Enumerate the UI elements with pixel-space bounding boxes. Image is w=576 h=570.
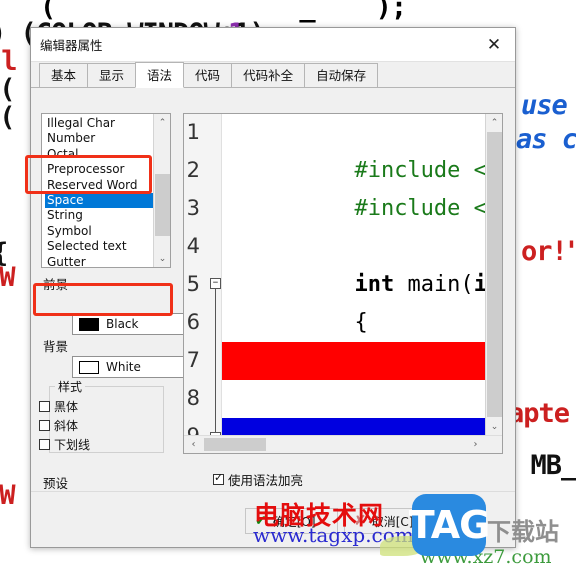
tab-autosave[interactable]: 自动保存	[304, 63, 379, 87]
code-line: {	[222, 266, 367, 335]
checkbox-use-syntax-highlight-box[interactable]	[213, 471, 224, 485]
attribute-listbox[interactable]: Illegal Char Number Octal Preprocessor R…	[41, 113, 171, 268]
preview-vertical-scrollbar[interactable]: ⌃ ⌄	[485, 114, 502, 435]
checkbox-use-syntax-highlight-label: 使用语法加亮	[228, 473, 304, 488]
dialog-title: 编辑器属性	[40, 38, 103, 53]
foreground-label: 前景	[43, 277, 69, 292]
ok-button[interactable]: ✔ 确定[O]	[245, 508, 338, 534]
line-number: 8	[186, 386, 200, 410]
line-number: 7	[186, 348, 200, 372]
bg-code-line: cl	[0, 46, 18, 77]
code-line: int number	[222, 304, 485, 373]
scroll-down-icon[interactable]: ⌄	[154, 250, 170, 267]
code-line-highlight-red: float aver	[222, 342, 485, 411]
checkbox-underline[interactable]: 下划线	[39, 436, 90, 453]
list-item[interactable]: Symbol	[45, 224, 153, 239]
line-number: 6	[186, 310, 200, 334]
style-group-title: 样式	[55, 378, 86, 395]
code-preview-pane[interactable]: 1 2 3 4 5 6 7 8 9 − − #include <iost #in…	[183, 113, 503, 454]
scroll-down-icon[interactable]: ⌄	[486, 418, 502, 435]
dialog-titlebar: 编辑器属性 ✕	[31, 28, 515, 62]
checkbox-underline-label: 下划线	[54, 438, 91, 452]
list-item[interactable]: Number	[45, 131, 153, 146]
code-line: #include <coni	[222, 152, 485, 221]
checkbox-italic-box[interactable]	[39, 420, 50, 431]
close-icon[interactable]: ✕	[473, 28, 515, 61]
tab-completion[interactable]: 代码补全	[231, 63, 306, 87]
dialog-footer: ✔ 确定[O] ✘ 取消[C]	[31, 491, 515, 547]
checkbox-underline-box[interactable]	[39, 439, 50, 450]
bg-code-line: n(	[0, 74, 16, 105]
list-item[interactable]: Gutter	[45, 255, 153, 267]
tab-syntax[interactable]: 语法	[135, 62, 185, 88]
editor-properties-dialog: 编辑器属性 ✕ 基本 显示 语法 代码 代码补全 自动保存 Illegal Ch…	[30, 27, 516, 548]
checkbox-bold-label: 黑体	[54, 400, 79, 414]
close-x-icon: ✘	[354, 513, 366, 529]
bg-code-line: apte	[508, 398, 570, 429]
scrollbar-thumb[interactable]	[487, 132, 502, 417]
scroll-up-icon[interactable]: ⌃	[486, 114, 502, 131]
list-item[interactable]: Illegal Char	[45, 116, 153, 131]
checkbox-italic[interactable]: 斜体	[39, 417, 78, 434]
bg-code-line: as c	[516, 124, 576, 155]
tab-code[interactable]: 代码	[183, 63, 233, 87]
cancel-button-label: 取消[C]	[371, 514, 414, 529]
checkbox-bold[interactable]: 黑体	[39, 398, 78, 415]
line-number: 3	[186, 196, 200, 220]
line-number: 5	[186, 272, 200, 296]
ok-button-label: 确定[O]	[272, 514, 316, 529]
list-item[interactable]: Selected text	[45, 239, 153, 254]
scroll-left-icon[interactable]: ‹	[185, 436, 202, 453]
list-item[interactable]: Reserved Word	[45, 178, 153, 193]
preset-label: 预设	[43, 476, 69, 491]
code-line: for (int i	[222, 380, 485, 435]
list-item[interactable]: Preprocessor	[45, 162, 153, 177]
code-line: #include <iost	[222, 114, 485, 183]
bg-code-line: n(	[0, 102, 16, 133]
line-number: 2	[186, 158, 200, 182]
code-token: int	[474, 272, 485, 297]
bg-code-line: OW	[0, 480, 16, 511]
list-item-selected[interactable]: Space	[45, 193, 153, 209]
bg-code-line: OW	[0, 262, 16, 293]
preview-horizontal-scrollbar[interactable]: ‹ ›	[184, 435, 502, 453]
list-vertical-scrollbar[interactable]: ⌃ ⌄	[153, 114, 170, 267]
check-icon: ✔	[255, 513, 267, 529]
background-color-value: White	[106, 360, 141, 374]
foreground-color-swatch	[79, 317, 99, 331]
checkbox-use-syntax-highlight[interactable]: 使用语法加亮	[213, 470, 303, 489]
code-token: #include <coni	[354, 196, 485, 221]
cancel-button[interactable]: ✘ 取消[C]	[344, 508, 437, 534]
checkbox-bold-box[interactable]	[39, 401, 50, 412]
tab-display[interactable]: 显示	[87, 63, 137, 87]
code-token: main(	[394, 272, 474, 297]
scroll-up-icon[interactable]: ⌃	[154, 114, 170, 131]
bg-code-line: or!"	[521, 236, 576, 267]
line-number: 4	[186, 234, 200, 258]
foreground-color-value: Black	[106, 317, 139, 331]
bg-code-line: use	[521, 90, 568, 121]
code-line-highlight-blue: { // activ	[222, 418, 485, 435]
list-item[interactable]: String	[45, 208, 153, 223]
background-color-swatch	[79, 360, 99, 374]
fold-marker-icon[interactable]: −	[210, 278, 221, 289]
scroll-right-icon[interactable]: ›	[467, 436, 484, 453]
list-item[interactable]: Octal	[45, 147, 153, 162]
scrollbar-thumb[interactable]	[155, 174, 170, 236]
code-line: int main(int a	[222, 228, 485, 297]
dialog-body: Illegal Char Number Octal Preprocessor R…	[31, 88, 515, 547]
attribute-list-items: Illegal Char Number Octal Preprocessor R…	[42, 114, 153, 267]
gutter: 1 2 3 4 5 6 7 8 9 − −	[184, 114, 222, 447]
checkbox-italic-label: 斜体	[54, 419, 79, 433]
scrollbar-thumb[interactable]	[204, 438, 266, 451]
tab-basic[interactable]: 基本	[39, 63, 89, 87]
line-number: 1	[186, 120, 200, 144]
fold-guide-line	[215, 289, 216, 432]
background-label: 背景	[43, 339, 69, 354]
tab-strip: 基本 显示 语法 代码 代码补全 自动保存	[31, 62, 515, 88]
code-text[interactable]: #include <iost #include <coni int main(i…	[222, 114, 485, 435]
